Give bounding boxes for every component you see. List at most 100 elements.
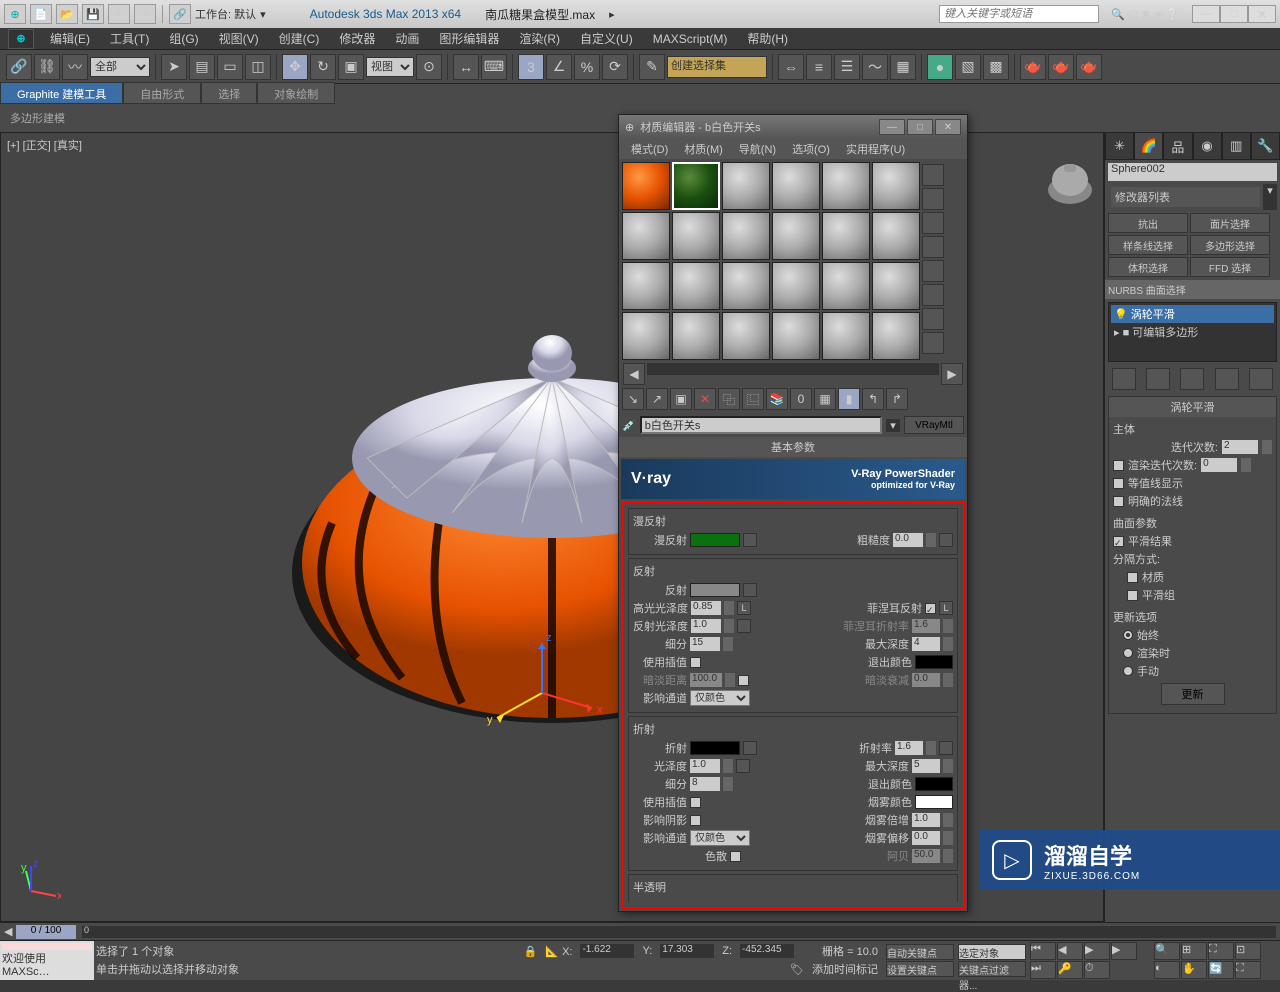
ref-coord-system[interactable]: 视图 [366,57,414,77]
ribbon-tab-objpaint[interactable]: 对象绘制 [257,82,335,104]
refract-ior-map-button[interactable] [939,741,953,755]
make-unique-icon[interactable]: ⿺ [742,388,764,410]
goto-end-icon[interactable]: ⏭ [1030,961,1056,979]
render-iter-icon[interactable]: 🫖 [1048,54,1074,80]
background-icon[interactable] [922,212,944,234]
hilight-gloss-spinner[interactable]: 0.85 [691,601,721,615]
material-name-field[interactable] [640,416,882,434]
mat-slot-13[interactable] [622,262,670,310]
smooth-result-checkbox[interactable] [1113,536,1124,547]
bind-spacewarp-icon[interactable]: 〰 [62,54,88,80]
mat-slot-4[interactable] [772,162,820,210]
render-iters-spinner[interactable]: 0 [1201,458,1237,472]
mat-maximize-button[interactable]: □ [907,119,933,135]
render-setup-icon[interactable]: ▧ [955,54,981,80]
mat-slot-19[interactable] [622,312,670,360]
fog-mult-spinner[interactable]: 1.0 [912,813,940,827]
show-end-result-icon[interactable] [1146,368,1170,390]
move-tool-icon[interactable]: ✥ [282,54,308,80]
mat-slot-8[interactable] [672,212,720,260]
fog-bias-spinner[interactable]: 0.0 [912,831,940,845]
mat-slot-24[interactable] [872,312,920,360]
mat-slot-6[interactable] [872,162,920,210]
autokey-button[interactable]: 自动关键点 [886,944,954,960]
roughness-map-button[interactable] [939,533,953,547]
ribbon-tab-graphite[interactable]: Graphite 建模工具 [0,82,123,104]
diffuse-map-button[interactable] [743,533,757,547]
refract-ior-spinner[interactable]: 1.6 [895,741,923,755]
refract-subdivs-spinner[interactable]: 8 [690,777,720,791]
redo-icon[interactable]: ↷ [134,4,156,24]
time-config-icon[interactable]: ⏱ [1084,961,1110,979]
material-name-dropdown[interactable]: ▾ [886,419,900,432]
mat-minimize-button[interactable]: — [879,119,905,135]
coord-x-field[interactable]: -1.622 [580,944,634,958]
time-slider[interactable]: ◀ 0 / 100 0 [0,922,1280,940]
sep-smoothgroups-checkbox[interactable] [1127,590,1138,601]
maximize-button[interactable]: □ [1220,5,1248,23]
object-name-field[interactable]: Sphere002 [1108,163,1277,181]
select-object-icon[interactable]: ➤ [161,54,187,80]
new-icon[interactable]: 📄 [30,4,52,24]
exchange-icon[interactable]: ✖ [1141,8,1150,21]
schematic-icon[interactable]: ▦ [890,54,916,80]
unlink-tool-icon[interactable]: ⛓ [34,54,60,80]
motion-tab-icon[interactable]: ◉ [1193,132,1222,160]
hscroll-right-icon[interactable]: ▶ [941,363,963,385]
spinner-buttons[interactable] [1262,440,1272,454]
viewport-label[interactable]: [+] [正交] [真实] [7,137,82,153]
isoline-checkbox[interactable] [1113,478,1124,489]
maximize-viewport-icon[interactable]: ⛶ [1235,961,1261,979]
lock-fresnel-button[interactable]: L [939,601,953,615]
preview-icon[interactable] [922,284,944,306]
menu-customize[interactable]: 自定义(U) [570,30,643,47]
fresnel-ior-spinner[interactable]: 1.6 [912,619,940,633]
key-target-dropdown[interactable]: 选定对象 [958,944,1026,960]
modifier-list-dropdown[interactable]: 修改器列表 [1111,187,1260,207]
mat-slot-9[interactable] [722,212,770,260]
help-search-input[interactable] [939,5,1099,23]
mat-menu-modes[interactable]: 模式(D) [623,141,676,157]
max-logo-icon[interactable]: ⊕ [8,29,34,49]
add-time-tag[interactable]: 添加时间标记 [812,961,878,977]
manipulate-icon[interactable]: ↔ [453,54,479,80]
iterations-spinner[interactable]: 2 [1222,440,1258,454]
abbe-spinner[interactable]: 50.0 [912,849,940,863]
menu-group[interactable]: 组(G) [159,30,208,47]
refract-gloss-map-button[interactable] [736,759,750,773]
mat-menu-material[interactable]: 材质(M) [676,141,731,157]
modifier-btn-nurbs[interactable]: NURBS 曲面选择 [1105,280,1280,299]
refract-exit-color-swatch[interactable] [915,777,953,791]
dispersion-checkbox[interactable] [730,851,741,862]
mat-slot-18[interactable] [872,262,920,310]
menu-tools[interactable]: 工具(T) [100,30,159,47]
minimize-button[interactable]: — [1192,5,1220,23]
render-active-icon[interactable]: 🫖 [1076,54,1102,80]
options-icon[interactable] [922,308,944,330]
time-track[interactable]: 0 [82,926,1276,938]
link-icon[interactable]: 🔗 [169,4,191,24]
backlight-icon[interactable] [922,188,944,210]
mat-slot-2[interactable] [672,162,720,210]
named-selection-set[interactable]: 创建选择集 [667,56,767,78]
explicit-normals-checkbox[interactable] [1113,496,1124,507]
go-parent-icon[interactable]: ↰ [862,388,884,410]
spinner-snap-icon[interactable]: ⟳ [602,54,628,80]
mat-menu-navigation[interactable]: 导航(N) [731,141,784,157]
modifier-btn-extrude[interactable]: 抗出 [1108,213,1188,233]
mat-menu-utilities[interactable]: 实用程序(U) [838,141,913,157]
menu-views[interactable]: 视图(V) [209,30,269,47]
menu-grapheditors[interactable]: 图形编辑器 [429,30,509,47]
utilities-tab-icon[interactable]: 🔧 [1251,132,1280,160]
favorite-icon[interactable]: ★ [1153,8,1163,21]
refract-interp-checkbox[interactable] [690,797,701,808]
stack-item-editpoly[interactable]: ▸ ■ 可编辑多边形 [1111,323,1274,341]
roughness-spinner[interactable]: 0.0 [893,533,923,547]
modifier-stack[interactable]: 💡 涡轮平滑 ▸ ■ 可编辑多边形 [1108,302,1277,362]
update-always-radio[interactable] [1123,630,1133,640]
dim-distance-checkbox[interactable] [738,675,749,686]
hierarchy-tab-icon[interactable]: 品 [1163,132,1192,160]
mat-slot-14[interactable] [672,262,720,310]
stack-item-turbosmooth[interactable]: 💡 涡轮平滑 [1111,305,1274,323]
update-button[interactable]: 更新 [1161,683,1225,705]
